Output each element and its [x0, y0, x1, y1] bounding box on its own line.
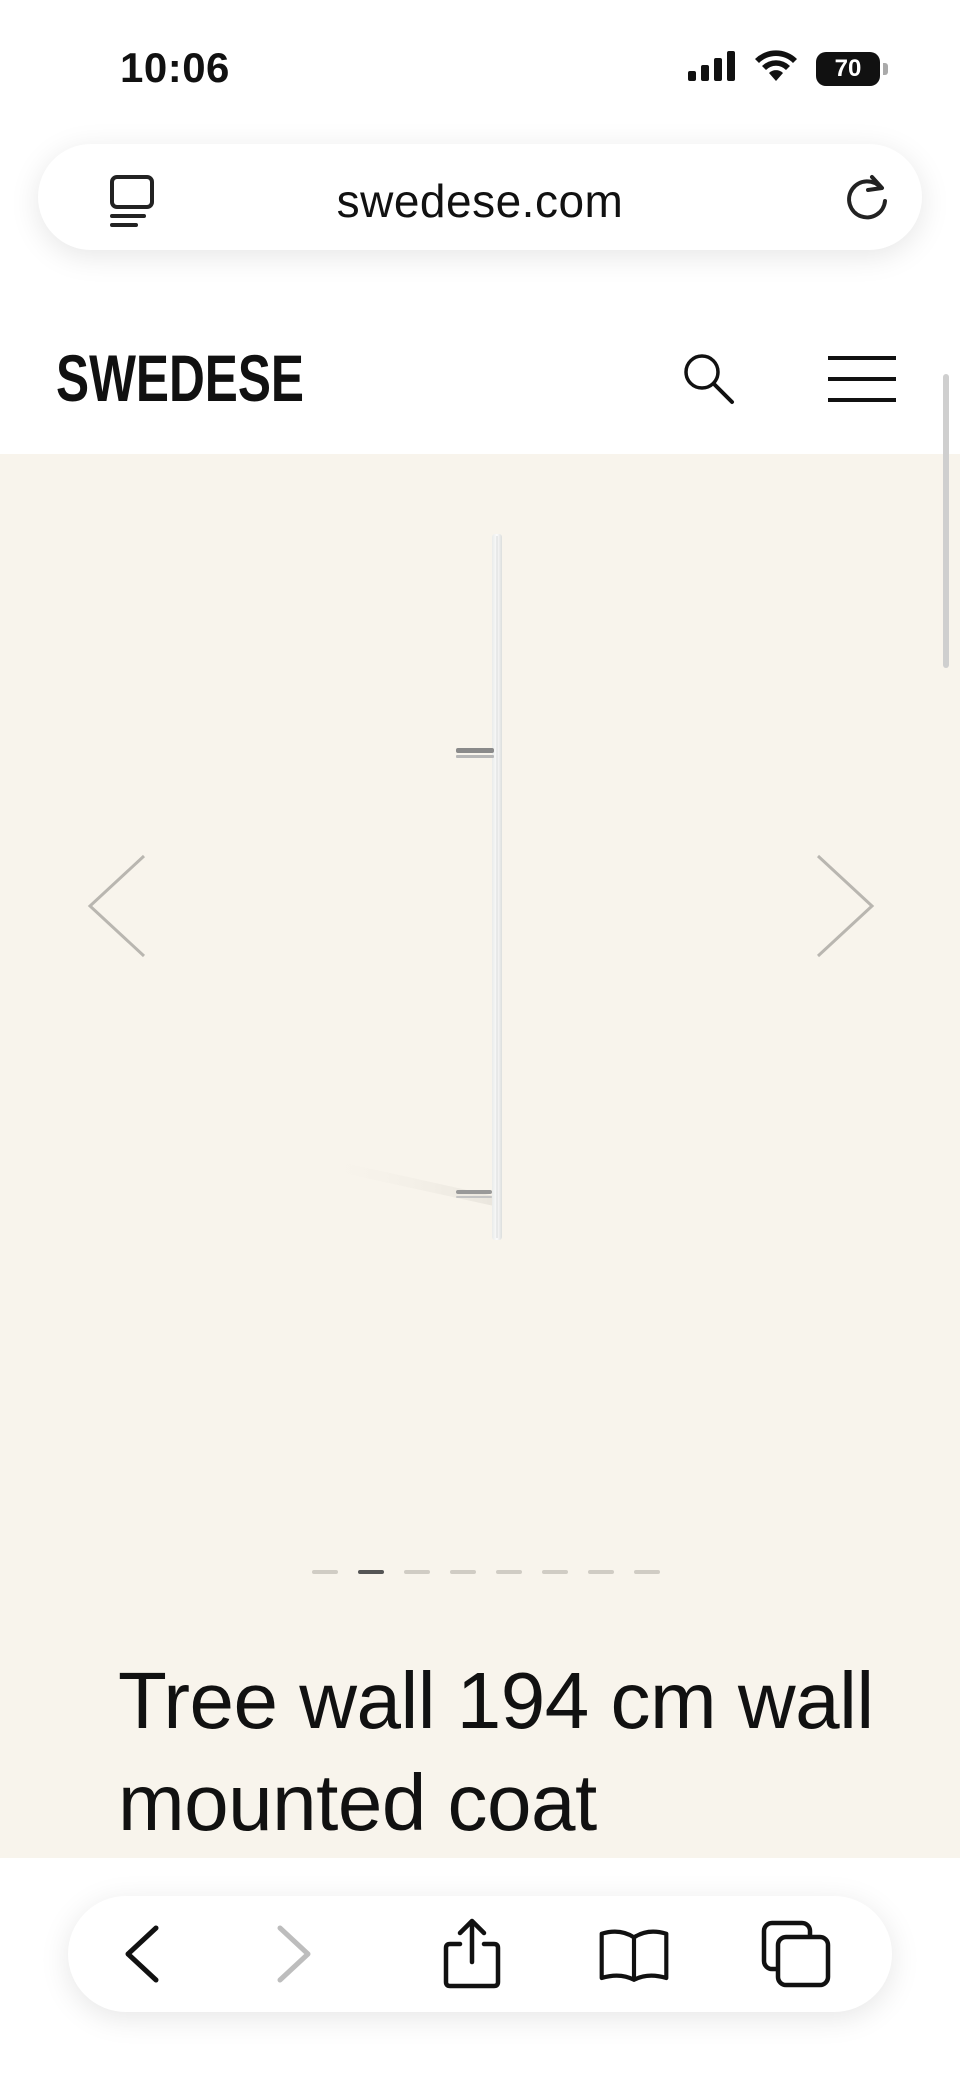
status-time: 10:06 [120, 44, 230, 91]
scrollbar[interactable] [943, 374, 949, 668]
slide-dot-7[interactable] [588, 1570, 614, 1574]
slide-dot-8[interactable] [634, 1570, 660, 1574]
product-title: Tree wall 194 cm wall mounted coat [118, 1656, 874, 1847]
product-gallery[interactable]: Tree wall 194 cm wall mounted coat [0, 454, 960, 1858]
battery-icon: 70 [816, 51, 888, 86]
svg-text:SWEDESE: SWEDESE [56, 350, 304, 406]
chevron-left-icon[interactable] [86, 854, 148, 963]
url-text[interactable]: swedese.com [38, 174, 922, 228]
back-icon[interactable] [106, 1918, 178, 1990]
swedese-logo[interactable]: SWEDESE [56, 341, 306, 415]
menu-icon[interactable] [826, 354, 898, 409]
status-bar: 10:06 70 [0, 0, 960, 130]
browser-page: 10:06 70 swedese.com SWEDESE Tree wall 1… [0, 0, 960, 2081]
slide-indicators [312, 1570, 660, 1574]
battery-level: 70 [834, 54, 862, 82]
wifi-icon [754, 50, 798, 87]
browser-toolbar [68, 1896, 892, 2012]
battery-tip [883, 62, 888, 75]
chevron-right-icon[interactable] [814, 854, 876, 963]
tabs-icon[interactable] [760, 1918, 832, 1990]
bookmarks-icon[interactable] [598, 1918, 670, 1990]
product-image [300, 526, 520, 1251]
slide-dot-6[interactable] [542, 1570, 568, 1574]
slide-dot-1[interactable] [312, 1570, 338, 1574]
share-icon[interactable] [436, 1918, 508, 1990]
reload-icon[interactable] [838, 168, 896, 231]
signal-icon [688, 51, 736, 86]
forward-icon[interactable] [258, 1918, 330, 1990]
search-icon[interactable] [682, 352, 736, 411]
slide-dot-5[interactable] [496, 1570, 522, 1574]
site-header: SWEDESE [0, 300, 960, 454]
url-bar[interactable]: swedese.com [38, 144, 922, 250]
slide-dot-4[interactable] [450, 1570, 476, 1574]
slide-dot-3[interactable] [404, 1570, 430, 1574]
status-icons: 70 [688, 50, 888, 87]
slide-dot-2-active[interactable] [358, 1570, 384, 1574]
